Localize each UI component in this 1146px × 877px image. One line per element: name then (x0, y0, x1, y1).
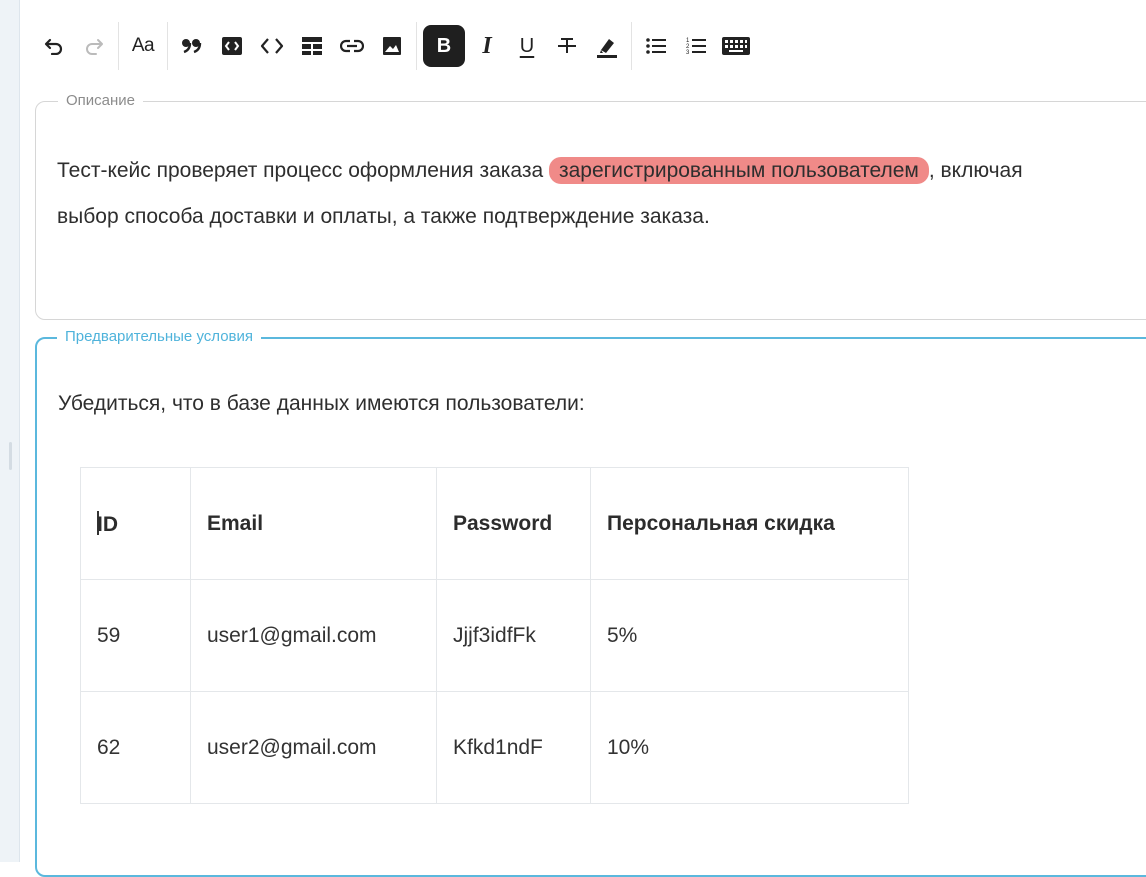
font-size-button[interactable]: Aa (123, 24, 163, 68)
toolbar-separator (416, 22, 417, 70)
bold-label: B (436, 34, 452, 57)
quote-icon (182, 39, 202, 54)
image-button[interactable] (372, 24, 412, 68)
table-header-row: ID Email Password Персональная скидка (80, 467, 909, 580)
table-cell-id[interactable]: 59 (80, 579, 191, 692)
table-cell-email[interactable]: user1@gmail.com (190, 579, 437, 692)
table-cell-id[interactable]: 62 (80, 691, 191, 804)
table-cell-password[interactable]: Jjjf3idfFk (436, 579, 591, 692)
strikethrough-button[interactable] (547, 24, 587, 68)
undo-button[interactable] (34, 24, 74, 68)
svg-text:3: 3 (686, 50, 690, 56)
table-cell-email[interactable]: user2@gmail.com (190, 691, 437, 804)
toolbar-separator (118, 22, 119, 70)
toolbar-separator (167, 22, 168, 70)
redo-button[interactable] (74, 24, 114, 68)
highlight-button[interactable] (587, 24, 627, 68)
highlighted-text: зарегистрированным пользователем (548, 157, 929, 184)
table-header-password[interactable]: Password (436, 467, 591, 580)
numbered-list-button[interactable]: 1 2 3 (676, 24, 716, 68)
preconditions-text: Убедиться, что в базе данных имеются пол… (58, 392, 585, 415)
description-field[interactable]: Описание Тест-кейс проверяет процесс офо… (35, 92, 1146, 320)
bullet-list-icon (646, 38, 666, 54)
redo-icon (86, 39, 103, 55)
preconditions-field[interactable]: Предварительные условия Убедиться, что в… (35, 328, 1146, 877)
table-header-discount[interactable]: Персональная скидка (590, 467, 909, 580)
keyboard-button[interactable] (716, 24, 756, 68)
table-row: 59 user1@gmail.com Jjjf3idfFk 5% (80, 579, 909, 692)
panel-divider (19, 0, 20, 862)
description-legend: Описание (58, 92, 144, 110)
code-block-icon (222, 37, 242, 55)
bold-button[interactable]: B (423, 25, 465, 67)
underline-label: U (519, 34, 535, 57)
preconditions-legend: Предварительные условия (57, 328, 262, 346)
code-block-button[interactable] (212, 24, 252, 68)
table-button[interactable] (292, 24, 332, 68)
toolbar-separator (631, 22, 632, 70)
link-icon (340, 39, 364, 53)
description-text-before: Тест-кейс проверяет процесс оформления з… (57, 159, 549, 182)
left-panel-strip (0, 0, 20, 862)
table-icon (302, 37, 322, 55)
italic-button[interactable]: I (467, 24, 507, 68)
link-button[interactable] (332, 24, 372, 68)
strikethrough-icon (558, 38, 576, 53)
quote-button[interactable] (172, 24, 212, 68)
font-size-label: Aa (131, 35, 155, 56)
table-row: 62 user2@gmail.com Kfkd1ndF 10% (80, 691, 909, 804)
table-cell-discount[interactable]: 5% (590, 579, 909, 692)
bullet-list-button[interactable] (636, 24, 676, 68)
resize-handle[interactable] (9, 442, 12, 470)
table-header-email[interactable]: Email (190, 467, 437, 580)
table-cell-password[interactable]: Kfkd1ndF (436, 691, 591, 804)
inline-code-icon (260, 38, 284, 54)
italic-label: I (482, 32, 492, 59)
editor-toolbar: Aa B I U 1 2 3 (34, 20, 756, 72)
table-header-id[interactable]: ID (80, 467, 191, 580)
highlighter-icon (597, 39, 617, 58)
users-table: ID Email Password Персональная скидка 59… (80, 467, 909, 804)
table-cell-discount[interactable]: 10% (590, 691, 909, 804)
image-icon (383, 37, 401, 55)
undo-icon (44, 38, 63, 55)
description-editor[interactable]: Тест-кейс проверяет процесс оформления з… (57, 148, 1037, 240)
underline-button[interactable]: U (507, 24, 547, 68)
inline-code-button[interactable] (252, 24, 292, 68)
keyboard-icon (722, 37, 750, 55)
numbered-list-icon: 1 2 3 (686, 38, 706, 56)
